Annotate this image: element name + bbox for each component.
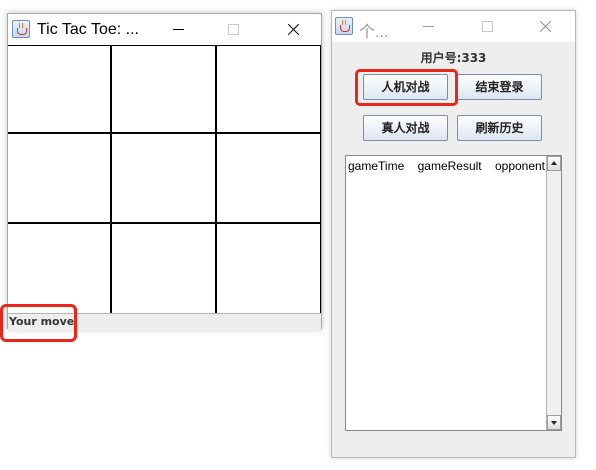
refresh-history-button[interactable]: 刷新历史 [457, 115, 542, 141]
minimize-icon[interactable] [405, 11, 451, 42]
board-cell-4[interactable] [8, 134, 112, 224]
column-game-result: gameResult [417, 159, 482, 173]
board-cell-8[interactable] [112, 224, 217, 314]
logout-button[interactable]: 结束登录 [457, 74, 542, 100]
board-cell-3[interactable] [217, 46, 321, 134]
pvp-battle-button[interactable]: 真人对战 [363, 115, 448, 141]
close-icon[interactable] [270, 14, 316, 45]
history-scrollbar[interactable] [546, 156, 561, 430]
tictactoe-title: Tic Tac Toe: ... [37, 21, 139, 38]
personal-title: 个... [359, 24, 389, 41]
scroll-up-arrow-icon[interactable] [547, 156, 561, 171]
tictactoe-board [8, 45, 321, 314]
personal-window: 个... 用户号:333 人机对战 结束登录 真人对战 刷新历史 gameTim… [331, 10, 576, 458]
maximize-icon [210, 14, 256, 45]
board-cell-6[interactable] [217, 134, 321, 224]
column-game-time: gameTime [348, 159, 405, 173]
history-header: gameTime gameResult opponent [348, 159, 545, 173]
personal-titlebar[interactable]: 个... [332, 11, 575, 42]
history-list[interactable]: gameTime gameResult opponent [345, 155, 562, 431]
java-cup-icon [335, 17, 353, 35]
desktop: Tic Tac Toe: ... Your move 个... 用户号:333 … [0, 0, 596, 470]
board-cell-7[interactable] [8, 224, 112, 314]
board-cell-1[interactable] [8, 46, 112, 134]
board-cell-2[interactable] [112, 46, 217, 134]
maximize-icon [464, 11, 510, 42]
status-highlight-box [0, 304, 77, 342]
scroll-down-arrow-icon[interactable] [547, 415, 561, 430]
tictactoe-window: Tic Tac Toe: ... Your move [7, 13, 322, 330]
minimize-icon[interactable] [155, 14, 201, 45]
ai-battle-highlight-box [355, 69, 458, 106]
column-opponent: opponent [494, 159, 546, 173]
board-cell-9[interactable] [217, 224, 321, 314]
java-cup-icon [12, 20, 30, 38]
close-icon[interactable] [522, 11, 568, 42]
tictactoe-titlebar[interactable]: Tic Tac Toe: ... [8, 14, 321, 45]
board-cell-5[interactable] [112, 134, 217, 224]
user-id-label: 用户号:333 [420, 51, 487, 65]
